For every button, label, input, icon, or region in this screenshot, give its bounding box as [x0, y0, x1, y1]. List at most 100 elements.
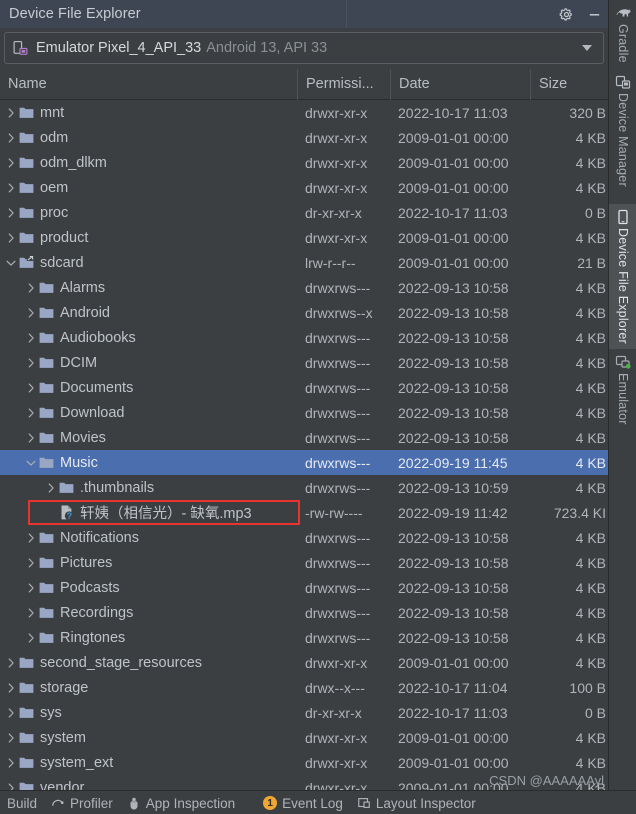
chevron-right-icon[interactable] — [24, 600, 38, 625]
chevron-right-icon[interactable] — [24, 550, 38, 575]
table-row[interactable]: Pictures drwxrws--- 2022-09-13 10:58 4 KB — [0, 550, 608, 575]
device-dropdown[interactable]: Emulator Pixel_4_API_33 Android 13, API … — [4, 32, 604, 64]
file-name-label: Pictures — [60, 554, 113, 571]
table-row[interactable]: system drwxr-xr-x 2009-01-01 00:00 4 KB — [0, 725, 608, 750]
table-row[interactable]: Audiobooks drwxrws--- 2022-09-13 10:58 4 KB — [0, 325, 608, 350]
file-name-label: Ringtones — [60, 629, 126, 646]
folder-icon — [38, 429, 55, 446]
sidebar-item-gradle[interactable]: Gradle — [609, 0, 636, 69]
chevron-down-icon[interactable] — [24, 450, 38, 475]
file-date-cell: 2009-01-01 00:00 — [398, 179, 509, 196]
chevron-right-icon[interactable] — [4, 175, 18, 200]
chevron-right-icon[interactable] — [24, 300, 38, 325]
chevron-right-icon[interactable] — [4, 200, 18, 225]
table-row[interactable]: Android drwxrws--x 2022-09-13 10:58 4 KB — [0, 300, 608, 325]
file-name-label: sdcard — [40, 254, 84, 271]
gear-icon[interactable] — [552, 0, 580, 28]
file-name-cell: Audiobooks — [0, 325, 297, 350]
table-row[interactable]: DCIM drwxrws--- 2022-09-13 10:58 4 KB — [0, 350, 608, 375]
table-row[interactable]: Ringtones drwxrws--- 2022-09-13 10:58 4 KB — [0, 625, 608, 650]
table-row[interactable]: sdcard lrw-r--r-- 2009-01-01 00:00 21 B — [0, 250, 608, 275]
table-row[interactable]: .thumbnails drwxrws--- 2022-09-13 10:59 4 K… — [0, 475, 608, 500]
table-row[interactable]: Music drwxrws--- 2022-09-19 11:45 4 KB — [0, 450, 608, 475]
column-header-date[interactable]: Date — [390, 68, 530, 100]
column-header-name[interactable]: Name — [0, 69, 297, 100]
chevron-right-icon[interactable] — [24, 425, 38, 450]
table-row[interactable]: Alarms drwxrws--- 2022-09-13 10:58 4 KB — [0, 275, 608, 300]
file-permissions-cell: drwxrws--- — [305, 604, 371, 621]
file-date-cell: 2022-09-13 10:58 — [398, 604, 509, 621]
bottom-bar-item-profiler[interactable]: Profiler — [44, 791, 120, 814]
chevron-right-icon[interactable] — [24, 575, 38, 600]
table-row[interactable]: Documents drwxrws--- 2022-09-13 10:58 4 KB — [0, 375, 608, 400]
sidebar-item-device-manager[interactable]: Device Manager — [609, 69, 636, 193]
table-header: Name Permissi... Date Size — [0, 68, 608, 100]
file-name-label: Alarms — [60, 279, 106, 296]
file-date-cell: 2022-09-13 10:58 — [398, 429, 509, 446]
file-tree[interactable]: mnt drwxr-xr-x 2022-10-17 11:03 320 B odm drw… — [0, 100, 608, 790]
chevron-right-icon[interactable] — [4, 150, 18, 175]
file-name-cell: Recordings — [0, 600, 297, 625]
chevron-right-icon[interactable] — [4, 225, 18, 250]
minimize-icon[interactable] — [580, 0, 608, 28]
column-header-permissi[interactable]: Permissi... — [297, 68, 390, 100]
chevron-down-icon[interactable] — [582, 45, 592, 51]
chevron-right-icon[interactable] — [24, 375, 38, 400]
device-name-label: Emulator Pixel_4_API_33 — [36, 40, 202, 56]
file-name-cell: proc — [0, 200, 297, 225]
table-row[interactable]: Download drwxrws--- 2022-09-13 10:58 4 KB — [0, 400, 608, 425]
table-row[interactable]: odm drwxr-xr-x 2009-01-01 00:00 4 KB — [0, 125, 608, 150]
chevron-right-icon[interactable] — [44, 475, 58, 500]
table-row[interactable]: mnt drwxr-xr-x 2022-10-17 11:03 320 B — [0, 100, 608, 125]
chevron-right-icon[interactable] — [24, 625, 38, 650]
table-row[interactable]: Notifications drwxrws--- 2022-09-13 10:58 4… — [0, 525, 608, 550]
chevron-right-icon[interactable] — [4, 650, 18, 675]
chevron-right-icon[interactable] — [4, 750, 18, 775]
table-row[interactable]: proc dr-xr-xr-x 2022-10-17 11:03 0 B — [0, 200, 608, 225]
table-row[interactable]: storage drwx--x--- 2022-10-17 11:04 100 B — [0, 675, 608, 700]
file-name-cell: Android — [0, 300, 297, 325]
file-permissions-cell: drwxr-xr-x — [305, 754, 368, 771]
file-permissions-cell: drwxrws--x — [305, 304, 373, 321]
sidebar-item-emulator[interactable]: Emulator — [609, 349, 636, 431]
file-name-cell: Download — [0, 400, 297, 425]
sidebar-item-device-file-explorer[interactable]: Device File Explorer — [609, 203, 636, 350]
file-size-cell: 4 KB — [575, 754, 606, 771]
column-header-size[interactable]: Size — [530, 68, 608, 100]
chevron-right-icon[interactable] — [24, 275, 38, 300]
chevron-right-icon[interactable] — [4, 700, 18, 725]
file-size-cell: 0 B — [584, 204, 606, 221]
chevron-right-icon[interactable] — [4, 725, 18, 750]
bottom-bar-item-app-inspection[interactable]: App Inspection — [120, 791, 242, 814]
chevron-right-icon[interactable] — [4, 775, 18, 790]
table-row[interactable]: oem drwxr-xr-x 2009-01-01 00:00 4 KB — [0, 175, 608, 200]
profiler-icon — [51, 796, 65, 810]
chevron-down-icon[interactable] — [4, 250, 18, 275]
file-permissions-cell: drwxr-xr-x — [305, 729, 368, 746]
folder-icon — [18, 654, 35, 671]
chevron-right-icon[interactable] — [24, 400, 38, 425]
table-row[interactable]: system_ext drwxr-xr-x 2009-01-01 00:00 4 KB — [0, 750, 608, 775]
file-name-label: mnt — [40, 104, 65, 121]
table-row[interactable]: Recordings drwxrws--- 2022-09-13 10:58 4 KB — [0, 600, 608, 625]
file-size-cell: 4 KB — [575, 129, 606, 146]
table-row[interactable]: Podcasts drwxrws--- 2022-09-13 10:58 4 KB — [0, 575, 608, 600]
chevron-right-icon[interactable] — [24, 325, 38, 350]
table-row[interactable]: second_stage_resources drwxr-xr-x 2009-01-… — [0, 650, 608, 675]
bottom-bar-item-layout-inspector[interactable]: Layout Inspector — [350, 791, 483, 814]
chevron-right-icon[interactable] — [4, 100, 18, 125]
chevron-right-icon[interactable] — [4, 675, 18, 700]
bottom-bar-item-event-log[interactable]: 1 Event Log — [256, 791, 350, 814]
table-row[interactable]: product drwxr-xr-x 2009-01-01 00:00 4 KB — [0, 225, 608, 250]
folder-icon — [38, 529, 55, 546]
chevron-right-icon[interactable] — [24, 525, 38, 550]
table-row[interactable]: odm_dlkm drwxr-xr-x 2009-01-01 00:00 4 KB — [0, 150, 608, 175]
chevron-right-icon[interactable] — [4, 125, 18, 150]
chevron-right-icon[interactable] — [24, 350, 38, 375]
table-row[interactable]: sys dr-xr-xr-x 2022-10-17 11:03 0 B — [0, 700, 608, 725]
tool-window-titlebar: Device File Explorer — [0, 0, 608, 28]
table-row[interactable]: Movies drwxrws--- 2022-09-13 10:58 4 KB — [0, 425, 608, 450]
bottom-bar-item-build[interactable]: Build — [0, 791, 44, 814]
file-size-cell: 4 KB — [575, 429, 606, 446]
table-row[interactable]: ? 轩姨（相信光）- 缺氧.mp3 -rw-rw---- 2022-09-19 11:… — [0, 500, 608, 525]
